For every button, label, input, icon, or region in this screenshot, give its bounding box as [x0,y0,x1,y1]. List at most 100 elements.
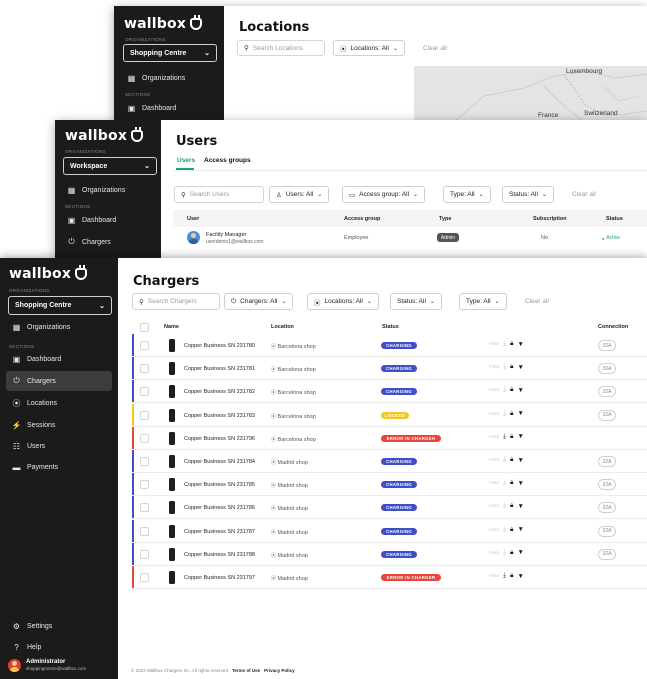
nav-dashboard[interactable]: ▣ Dashboard [6,349,112,369]
nav-settings[interactable]: ⚙ Settings [6,616,112,636]
filter-chargers[interactable]: ⏻ Chargers: All ⌄ [224,293,294,310]
search-users-input[interactable]: ⚲ Search Users [174,186,264,203]
charger-row[interactable]: Copper Business SN 231782 ⦿ Barcelona sho… [132,380,647,404]
charger-name[interactable]: Copper Business SN 231797 [184,575,255,581]
charger-row[interactable]: Copper Business SN 231786 ⦿ Madrid shop CH… [132,496,647,520]
clear-all-link[interactable]: Clear all [572,191,596,198]
charger-name[interactable]: Copper Business SN 231782 [184,389,255,395]
nav-dashboard[interactable]: ▣ Dashboard [121,98,217,118]
download-icon[interactable]: ⤓ [503,340,506,348]
nav-sessions[interactable]: ⚡ Sessions [6,415,112,435]
lock-icon[interactable]: 🔒︎ [510,456,513,464]
charger-row[interactable]: Copper Business SN 231787 ⦿ Madrid shop CH… [132,519,647,543]
filter-users[interactable]: ♙ Users: All ⌄ [269,186,330,203]
row-checkbox[interactable] [140,549,149,559]
download-icon[interactable]: ⤓ [503,386,506,394]
row-checkbox[interactable] [140,410,149,420]
status-dot-icon: ● [602,235,605,241]
filter-access-group[interactable]: ▭ Access group: All ⌄ [342,186,426,203]
lock-icon[interactable]: 🔒︎ [510,502,513,510]
row-checkbox[interactable] [140,387,149,397]
filter-locations[interactable]: ⦿ Locations: All ⌄ [307,293,379,310]
nav-organizations[interactable]: ▦ Organizations [121,68,217,88]
charger-row[interactable]: Copper Business SN 231783 ⦿ Barcelona sho… [132,403,647,427]
nav-dashboard[interactable]: ▣ Dashboard [61,210,157,230]
download-icon[interactable]: ⤓ [503,433,506,441]
org-select[interactable]: Shopping Centre ⌄ [123,44,217,62]
lock-icon[interactable]: 🔒︎ [510,410,513,418]
chevron-down-icon: ⌄ [494,299,500,305]
footer-terms-link[interactable]: Terms of Use [232,668,260,673]
charger-row[interactable]: Copper Business SN 231785 ⦿ Madrid shop CH… [132,473,647,497]
row-checkbox[interactable] [140,457,149,466]
nav-chargers[interactable]: ⏻ Chargers [6,371,112,391]
lock-icon[interactable]: 🔒︎ [510,433,513,441]
row-checkbox[interactable] [140,433,149,443]
filter-type[interactable]: Type: All ⌄ [459,293,507,310]
nav-chargers[interactable]: ⏻ Chargers [61,232,157,252]
charger-name[interactable]: Copper Business SN 231780 [184,343,255,349]
search-chargers-input[interactable]: ⚲ Search Chargers [132,293,220,310]
download-icon[interactable]: ⤓ [503,526,506,534]
lock-icon[interactable]: 🔒︎ [510,572,513,580]
status-stripe [132,566,134,588]
lock-icon[interactable]: 🔒︎ [510,549,513,557]
org-select[interactable]: Workspace ⌄ [63,157,157,175]
nav-organizations[interactable]: ▦ Organizations [6,317,112,337]
filter-locations[interactable]: ⦿ Locations: All ⌄ [333,40,405,56]
charger-location: ⦿ Madrid shop [271,482,308,489]
download-icon[interactable]: ⤓ [503,363,506,371]
charger-name[interactable]: Copper Business SN 231796 [184,436,255,442]
user-row[interactable]: Facility Manager userdemo1@wallbox.com E… [173,228,647,250]
download-icon[interactable]: ⤓ [503,410,506,418]
download-icon[interactable]: ⤓ [503,502,506,510]
charger-row[interactable]: Copper Business SN 231781 ⦿ Barcelona sho… [132,357,647,381]
charger-row[interactable]: Copper Business SN 231784 ⦿ Madrid shop CH… [132,450,647,473]
download-icon[interactable]: ⤓ [503,572,506,580]
row-checkbox[interactable] [140,526,149,536]
row-checkbox[interactable] [140,480,149,490]
charger-name[interactable]: Copper Business SN 231786 [184,505,255,511]
charger-row[interactable]: Copper Business SN 231780 ⦿ Barcelona sho… [132,334,647,357]
charger-name[interactable]: Copper Business SN 231788 [184,552,255,558]
lock-icon[interactable]: 🔒︎ [510,479,513,487]
search-locations-input[interactable]: ⚲ Search Locations [237,40,325,56]
nav-help[interactable]: ? Help [6,637,112,657]
charger-name[interactable]: Copper Business SN 231787 [184,529,255,535]
charger-name[interactable]: Copper Business SN 231784 [184,459,255,465]
charger-name[interactable]: Copper Business SN 231781 [184,366,255,372]
row-checkbox[interactable] [140,503,149,513]
charger-row[interactable]: Copper Business SN 231797 ⦿ Madrid shop ER… [132,566,647,589]
nav-locations[interactable]: ⦿ Locations [6,393,112,413]
lock-icon[interactable]: 🔒︎ [510,386,513,394]
charger-row[interactable]: Copper Business SN 231788 ⦿ Madrid shop CH… [132,542,647,566]
download-icon[interactable]: ⤓ [503,549,506,557]
map[interactable]: Luxembourg France Switzerland [414,66,647,122]
nav-payments[interactable]: ▬ Payments [6,457,112,477]
nav-organizations[interactable]: ▦ Organizations [61,180,157,200]
clear-all-link[interactable]: Clear all [525,298,549,305]
charger-row[interactable]: Copper Business SN 231796 ⦿ Barcelona sho… [132,426,647,450]
user-profile[interactable]: Administrator shoppingcentre@wallbox.com [8,657,114,675]
lock-icon[interactable]: 🔒︎ [510,340,513,348]
row-checkbox[interactable] [140,341,149,350]
tab-users[interactable]: Users [177,157,195,164]
select-all-checkbox[interactable] [140,323,149,332]
clear-all-link[interactable]: Clear all [423,45,447,52]
chevron-down-icon: ⌄ [429,299,435,305]
nav-users[interactable]: ☷ Users [6,436,112,456]
footer-privacy-link[interactable]: Privacy Policy [264,668,295,673]
row-checkbox[interactable] [140,573,149,582]
filter-type[interactable]: Type: All ⌄ [443,186,491,203]
charger-name[interactable]: Copper Business SN 231783 [184,413,255,419]
tab-access-groups[interactable]: Access groups [204,157,251,164]
download-icon[interactable]: ⤓ [503,479,506,487]
filter-status[interactable]: Status: All ⌄ [502,186,554,203]
lock-icon[interactable]: 🔒︎ [510,526,513,534]
row-checkbox[interactable] [140,364,149,374]
download-icon[interactable]: ⤓ [503,456,506,464]
charger-name[interactable]: Copper Business SN 231785 [184,482,255,488]
org-select[interactable]: Shopping Centre ⌄ [8,296,112,315]
lock-icon[interactable]: 🔒︎ [510,363,513,371]
filter-status[interactable]: Status: All ⌄ [390,293,442,310]
